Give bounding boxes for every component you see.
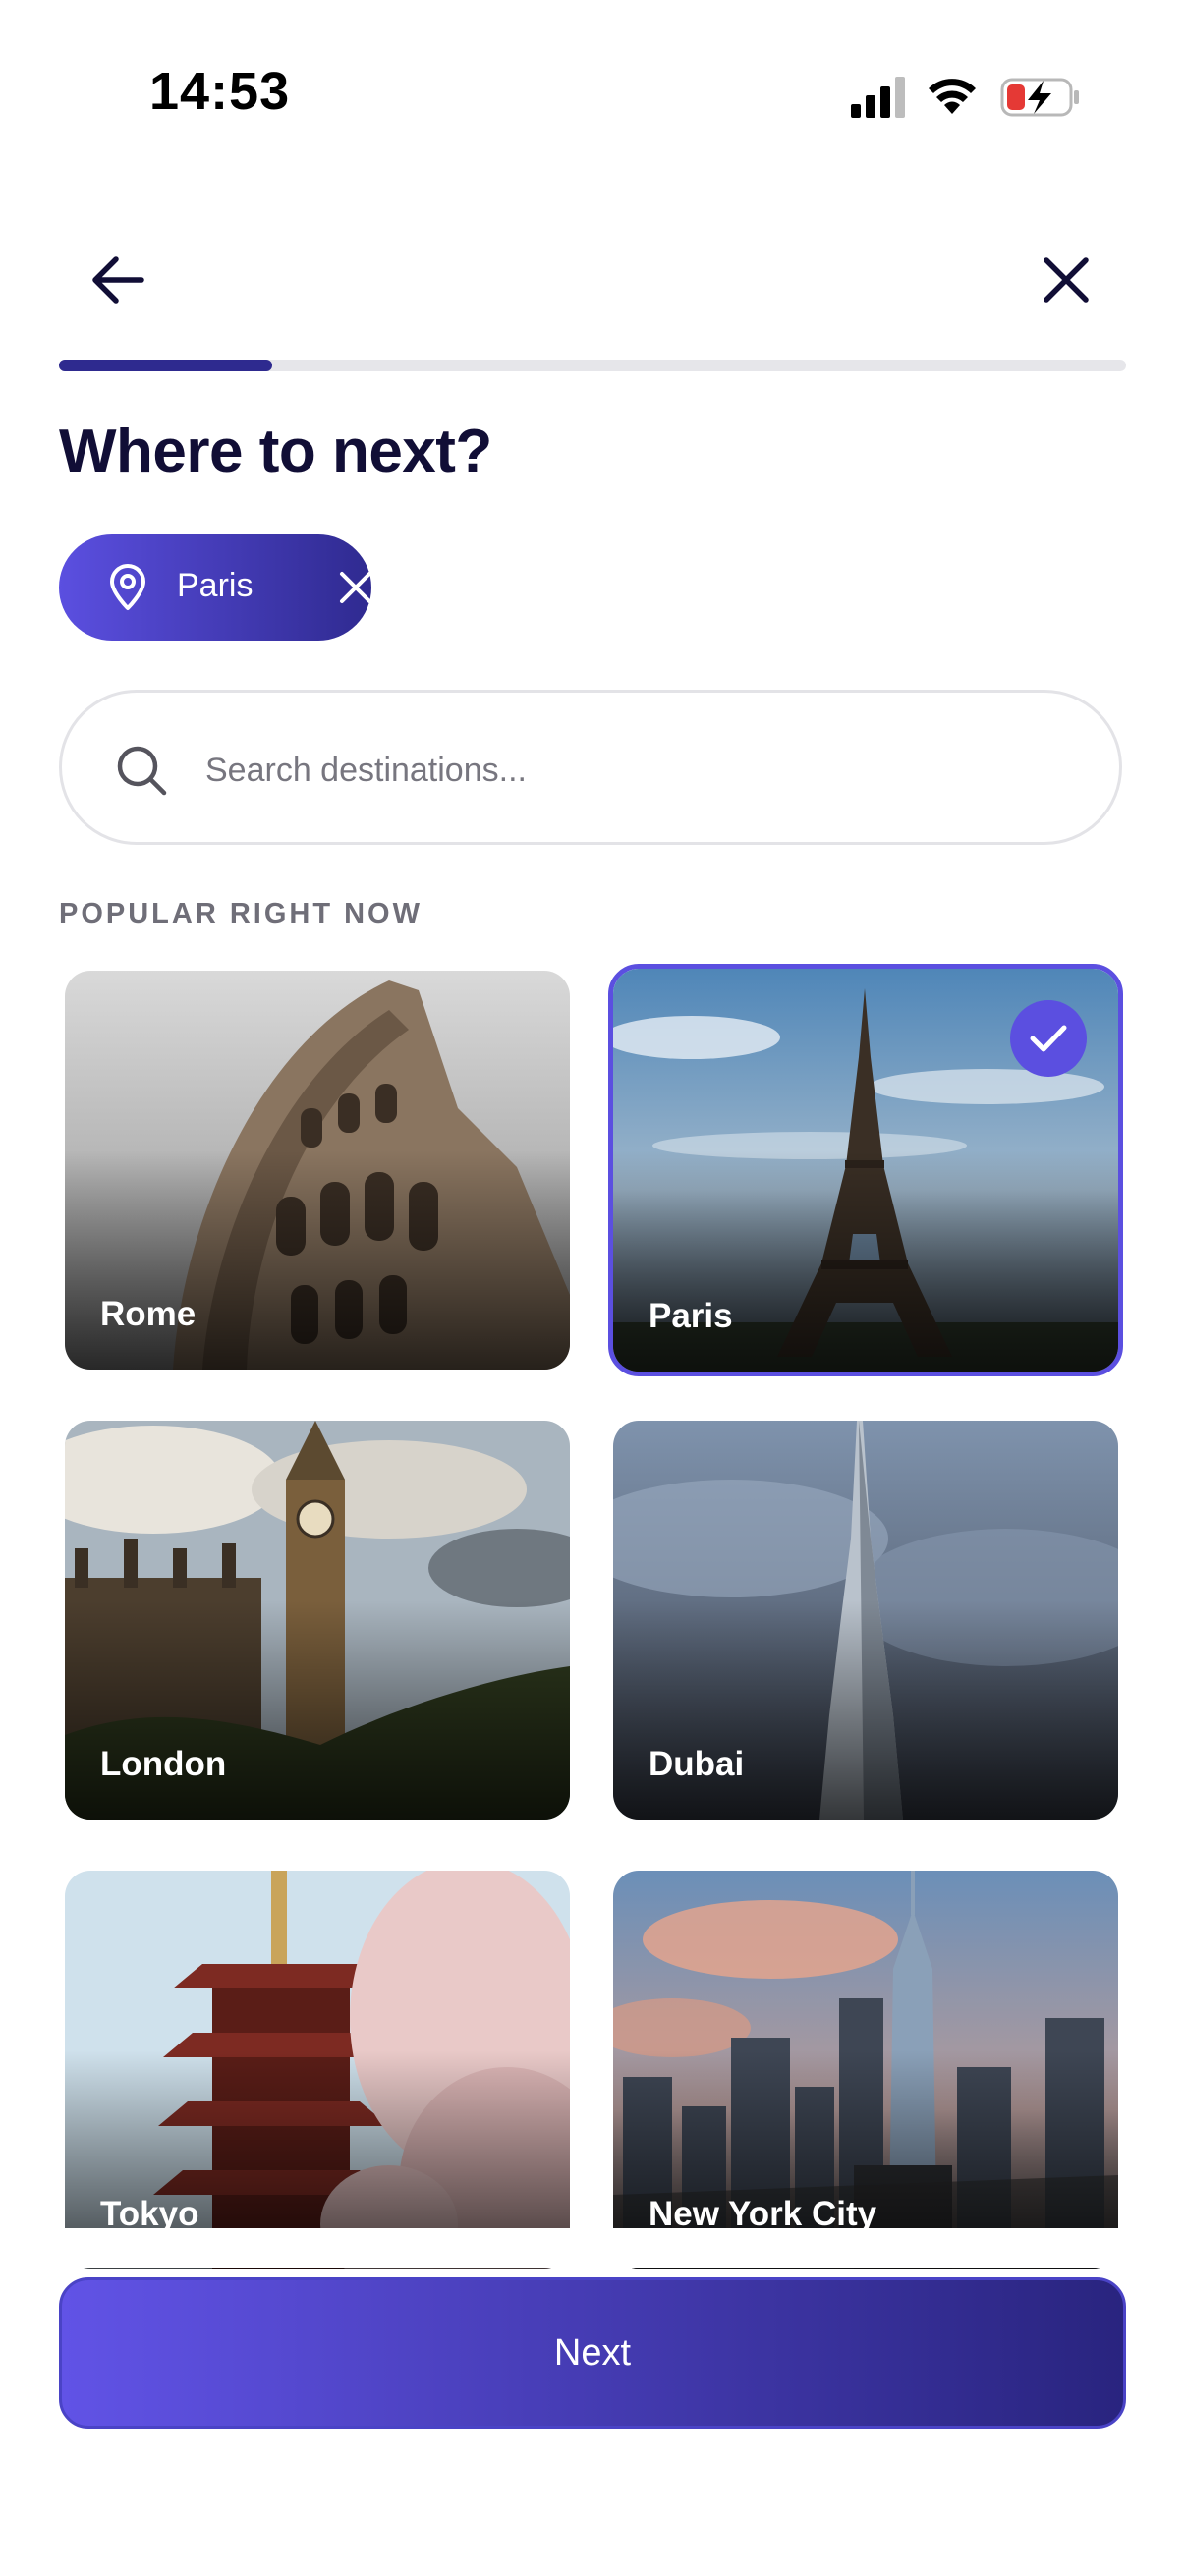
destination-name: Dubai: [649, 1745, 745, 1783]
destination-card-tokyo[interactable]: Tokyo: [65, 1871, 570, 2269]
destination-grid: Rome Paris London Dubai Tokyo New York C…: [0, 0, 1185, 2576]
card-shade: [65, 1149, 570, 1370]
chip-label: Paris: [177, 567, 254, 604]
destination-card-london[interactable]: London: [65, 1421, 570, 1820]
search-box[interactable]: [59, 690, 1122, 845]
search-input[interactable]: [203, 732, 1072, 809]
destination-card-paris[interactable]: Paris: [608, 964, 1123, 1376]
progress-fill: [59, 360, 273, 371]
close-icon: [1044, 257, 1089, 303]
selected-check-icon: [1010, 1000, 1087, 1077]
battery-charging-icon: [1000, 78, 1079, 117]
chip-remove-icon[interactable]: [336, 568, 375, 607]
card-shade: [65, 1599, 570, 1820]
progress-bar: [59, 360, 1126, 371]
destination-card-rome[interactable]: Rome: [65, 971, 570, 1370]
wifi-icon: [929, 79, 976, 114]
close-button[interactable]: [1027, 241, 1105, 319]
signal-icon: [851, 77, 905, 118]
section-label: POPULAR RIGHT NOW: [59, 898, 423, 929]
destination-name: Paris: [649, 1297, 733, 1335]
next-button[interactable]: Next: [59, 2277, 1126, 2429]
page-title: Where to next?: [59, 418, 492, 485]
selected-destination-chip[interactable]: Paris: [59, 534, 371, 641]
card-shade: [613, 1149, 1118, 1372]
search-icon: [117, 746, 167, 796]
destination-name: Rome: [100, 1295, 197, 1333]
arrow-left-icon: [92, 256, 144, 304]
card-shade: [613, 1599, 1118, 1820]
destination-name: London: [100, 1745, 227, 1783]
destination-card-new-york-city[interactable]: New York City: [613, 1871, 1118, 2269]
status-time: 14:53: [149, 62, 291, 121]
back-button[interactable]: [79, 241, 157, 319]
list-clip: [0, 2228, 1185, 2268]
location-pin-icon: [110, 564, 145, 610]
destination-card-dubai[interactable]: Dubai: [613, 1421, 1118, 1820]
